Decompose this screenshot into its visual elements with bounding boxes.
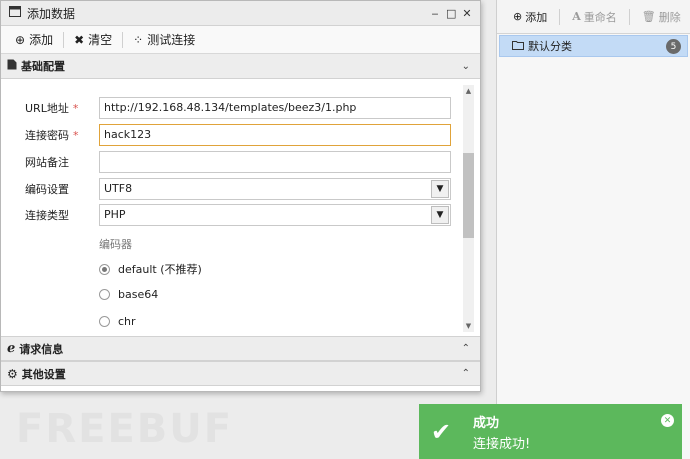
success-toast: ✔ 成功 连接成功! ✕ <box>419 404 682 459</box>
gears-icon: ⚙ <box>7 366 18 381</box>
x-icon: ✖ <box>74 32 85 47</box>
chevron-down-icon: ▼ <box>431 206 449 224</box>
encoder-option-label: base64 <box>118 288 159 301</box>
toast-messages: 成功 连接成功! <box>473 412 530 452</box>
note-label: 网站备注 <box>25 156 69 169</box>
category-panel: ⊕ 添加 A 重命名 🗑 删除 默认分类 5 <box>496 0 690 459</box>
scrollbar-thumb[interactable] <box>463 153 474 238</box>
font-icon: A <box>572 10 581 23</box>
close-icon[interactable]: ✕ <box>462 7 472 20</box>
clear-button[interactable]: ✖ 清空 <box>68 31 118 48</box>
type-label: 连接类型 <box>25 209 69 222</box>
encoder-option-chr[interactable]: chr <box>99 315 136 328</box>
password-label: 连接密码 * <box>25 129 79 142</box>
dialog-toolbar: ⊕ 添加 ✖ 清空 ⁘ 测试连接 <box>1 26 480 54</box>
toast-title: 成功 <box>473 415 500 431</box>
note-row: 网站备注 <box>25 151 451 173</box>
add-button[interactable]: ⊕ 添加 <box>9 31 59 48</box>
url-input[interactable]: http://192.168.48.134/templates/beez3/1.… <box>99 97 451 119</box>
chevron-down-icon: ⌄ <box>461 60 470 72</box>
folder-icon <box>512 39 524 53</box>
window-controls: ‒ □ ✕ <box>430 7 480 20</box>
encoder-option-base64[interactable]: base64 <box>99 288 158 301</box>
radio-button[interactable] <box>99 316 110 327</box>
toolbar-divider <box>628 8 630 25</box>
type-value: PHP <box>104 208 126 221</box>
toolbar-divider <box>559 8 561 25</box>
category-add-button[interactable]: ⊕ 添加 <box>507 7 553 27</box>
trash-icon: 🗑 <box>641 10 656 23</box>
plus-circle-icon: ⊕ <box>513 10 523 23</box>
category-item-default[interactable]: 默认分类 5 <box>499 35 688 57</box>
url-label: URL地址 * <box>25 102 79 115</box>
checkmark-icon: ✔ <box>431 417 452 446</box>
note-input[interactable] <box>99 151 451 173</box>
radio-button[interactable] <box>99 289 110 300</box>
category-label: 默认分类 <box>528 40 572 53</box>
basic-config-form: URL地址 * http://192.168.48.134/templates/b… <box>1 81 480 336</box>
close-icon[interactable]: ✕ <box>661 414 674 427</box>
scroll-up-icon[interactable]: ▲ <box>463 85 474 97</box>
category-count-badge: 5 <box>666 39 681 54</box>
encoder-option-label: default (不推荐) <box>118 263 202 276</box>
section-basic-label: 基础配置 <box>21 60 65 73</box>
spinner-icon: ⁘ <box>133 32 144 47</box>
password-row: 连接密码 * hack123 <box>25 124 451 146</box>
dialog-title: 添加数据 <box>27 6 76 21</box>
section-request-label: 请求信息 <box>19 342 64 356</box>
dialog-titlebar[interactable]: 添加数据 ‒ □ ✕ <box>1 1 480 26</box>
minimize-icon[interactable]: ‒ <box>430 7 440 20</box>
encoding-value: UTF8 <box>104 182 133 195</box>
password-input[interactable]: hack123 <box>99 124 451 146</box>
section-request-info[interactable]: ℯ 请求信息 ⌃ <box>1 336 480 361</box>
connection-type-select[interactable]: PHP ▼ <box>99 204 451 226</box>
encoding-row: 编码设置 UTF8 ▼ <box>25 178 451 200</box>
encoder-option-label: chr <box>118 315 136 328</box>
scroll-down-icon[interactable]: ▼ <box>463 320 474 332</box>
category-rename-button[interactable]: A 重命名 <box>566 7 623 27</box>
encoding-select[interactable]: UTF8 ▼ <box>99 178 451 200</box>
section-other-label: 其他设置 <box>21 367 66 381</box>
add-data-dialog: 添加数据 ‒ □ ✕ ⊕ 添加 ✖ 清空 ⁘ 测试连接 基础配置 ⌄ URL地址… <box>0 0 481 392</box>
watermark-logo: FREEBUF <box>16 406 234 452</box>
section-other-settings[interactable]: ⚙ 其他设置 ⌃ <box>1 361 480 386</box>
toast-message: 连接成功! <box>473 436 531 452</box>
form-scrollbar[interactable]: ▲ ▼ <box>463 85 474 332</box>
encoding-label: 编码设置 <box>25 183 69 196</box>
chevron-up-icon: ⌃ <box>461 368 470 379</box>
section-basic-config[interactable]: 基础配置 ⌄ <box>1 54 480 79</box>
chevron-down-icon: ▼ <box>431 180 449 198</box>
window-icon <box>9 6 21 20</box>
maximize-icon[interactable]: □ <box>446 7 456 20</box>
toolbar-divider <box>122 31 124 48</box>
radio-button[interactable] <box>99 263 110 275</box>
type-row: 连接类型 PHP ▼ <box>25 204 451 226</box>
url-row: URL地址 * http://192.168.48.134/templates/b… <box>25 97 451 119</box>
test-connection-button[interactable]: ⁘ 测试连接 <box>127 31 201 48</box>
e-icon: ℯ <box>7 341 16 356</box>
document-icon <box>7 59 17 73</box>
encoder-title: 编码器 <box>99 238 132 251</box>
category-toolbar: ⊕ 添加 A 重命名 🗑 删除 <box>497 0 690 34</box>
plus-circle-icon: ⊕ <box>15 32 26 47</box>
toolbar-divider <box>63 31 65 48</box>
category-delete-button[interactable]: 🗑 删除 <box>636 7 687 27</box>
encoder-option-default[interactable]: default (不推荐) <box>99 261 202 277</box>
chevron-up-icon: ⌃ <box>461 343 470 354</box>
